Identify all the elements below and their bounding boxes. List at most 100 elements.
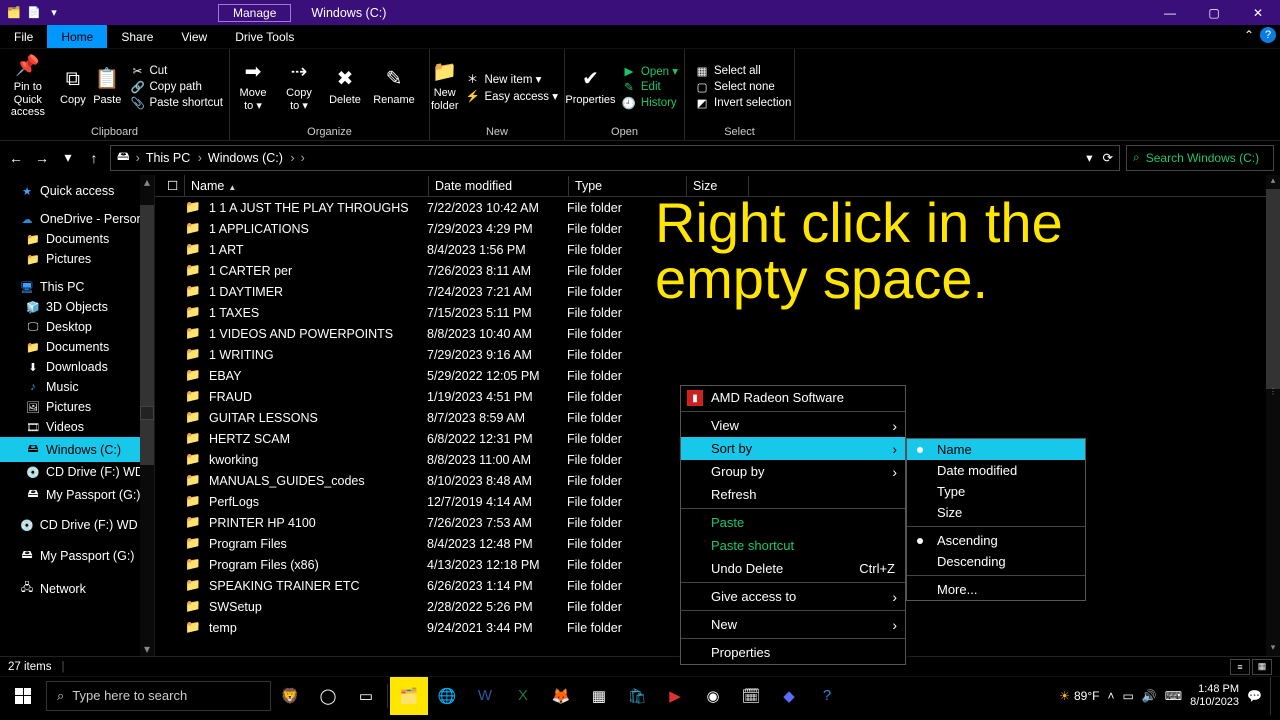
table-row[interactable]: 📁EBAY5/29/2022 12:05 PMFile folder [155,365,1280,386]
taskbar-help[interactable]: ? [808,677,846,715]
contextual-tab-manage[interactable]: Manage [218,4,291,22]
qat-dropdown-icon[interactable]: ▾ [46,5,62,21]
sidebar-item-cd-drive-f-2[interactable]: 💿CD Drive (F:) WD U [0,515,154,535]
history-button[interactable]: 🕘History [622,96,678,110]
forward-button[interactable]: → [32,150,52,166]
sidebar-item-onedrive-documents[interactable]: 📁Documents [0,229,154,249]
taskbar-timeline-button[interactable]: ▭ [347,677,385,715]
new-item-button[interactable]: ＊New item ▾ [465,71,558,87]
taskbar-calculator[interactable]: ▦ [580,677,618,715]
sidebar-item-this-pc[interactable]: 🖥This PC [0,277,154,297]
open-button[interactable]: ▶Open ▾ [622,64,678,78]
start-button[interactable] [0,677,46,715]
file-list-scrollbar[interactable]: ▴ ⋮ ▾ [1266,175,1280,656]
column-name[interactable]: Name▲ [185,176,429,196]
taskbar-firefox[interactable]: 🦊 [542,677,580,715]
sub-sort-ascending[interactable]: Ascending [907,530,1085,551]
address-bar[interactable]: 🖴 › This PC Windows (C:) › ▾ ⟳ [110,145,1120,171]
rename-button[interactable]: ✎Rename [368,52,420,122]
ctx-paste[interactable]: Paste [681,511,905,534]
tab-home[interactable]: Home [47,25,107,48]
file-scroll-thumb[interactable] [1266,189,1280,389]
move-to-button[interactable]: ➡Move to ▾ [230,52,276,122]
sidebar-item-downloads[interactable]: ⬇Downloads [0,357,154,377]
select-none-button[interactable]: ▢Select none [695,80,791,94]
minimize-button[interactable]: — [1148,0,1192,25]
copy-to-button[interactable]: ⇢Copy to ▾ [276,52,322,122]
address-dropdown-icon[interactable]: ▾ [1086,150,1092,165]
properties-button[interactable]: ✔Properties [565,52,616,122]
invert-selection-button[interactable]: ◩Invert selection [695,96,791,110]
sub-sort-more[interactable]: More... [907,579,1085,600]
taskbar-calendar[interactable]: 🗓 [732,677,770,715]
cut-button[interactable]: ✂Cut [130,64,223,78]
edit-button[interactable]: ✎Edit [622,80,678,94]
paste-button[interactable]: 📋Paste [90,52,124,122]
show-desktop-button[interactable] [1270,677,1276,715]
sidebar-scroll-thumb[interactable] [140,205,154,465]
ribbon-collapse-icon[interactable]: ⌃ [1244,28,1254,42]
taskbar-lion-icon[interactable]: 🦁 [271,677,309,715]
pin-to-quick-access-button[interactable]: 📌Pin to Quick access [0,52,56,122]
maximize-button[interactable]: ▢ [1192,0,1236,25]
sidebar-item-music[interactable]: ♪Music [0,377,154,397]
sidebar-item-desktop[interactable]: 🖵Desktop [0,317,154,337]
table-row[interactable]: 📁1 WRITING7/29/2023 9:16 AMFile folder [155,344,1280,365]
tab-share[interactable]: Share [107,25,167,48]
select-all-button[interactable]: ▦Select all [695,64,791,78]
copy-path-button[interactable]: 🔗Copy path [130,80,223,94]
sub-sort-descending[interactable]: Descending [907,551,1085,572]
close-button[interactable]: ✕ [1236,0,1280,25]
view-details-button[interactable]: ≡ [1230,659,1250,675]
ctx-amd-radeon[interactable]: ▮AMD Radeon Software [681,386,905,409]
taskbar-media[interactable]: ▶ [656,677,694,715]
taskbar-file-explorer[interactable]: 🗂️ [390,677,428,715]
select-all-checkbox[interactable]: ☐ [161,175,185,196]
taskbar-store[interactable]: 🛍 [618,677,656,715]
sidebar-splitter-handle[interactable] [140,406,154,420]
sub-sort-date[interactable]: Date modified [907,460,1085,481]
ctx-refresh[interactable]: Refresh [681,483,905,506]
taskbar-search[interactable]: ⌕Type here to search [46,681,271,711]
search-box[interactable]: ⌕ Search Windows (C:) [1126,145,1274,171]
taskbar-app-blue[interactable]: ◆ [770,677,808,715]
sidebar-item-pictures[interactable]: 🖼Pictures [0,397,154,417]
copy-button[interactable]: ⧉Copy [56,52,90,122]
new-folder-button[interactable]: 📁New folder [430,52,459,122]
sidebar-item-3d-objects[interactable]: 🧊3D Objects [0,297,154,317]
task-view-button[interactable]: ◯ [309,677,347,715]
taskbar-chrome[interactable]: ◉ [694,677,732,715]
taskbar-excel[interactable]: X [504,677,542,715]
easy-access-button[interactable]: ⚡Easy access ▾ [465,89,558,103]
delete-button[interactable]: ✖Delete [322,52,368,122]
tray-volume-icon[interactable]: 🔊 [1142,689,1157,703]
sub-sort-type[interactable]: Type [907,481,1085,502]
sidebar-item-my-passport-g-2[interactable]: 🖴My Passport (G:) [0,543,154,568]
tray-weather[interactable]: ☀89°F [1059,689,1099,703]
column-date-modified[interactable]: Date modified [429,176,569,196]
sub-sort-size[interactable]: Size [907,502,1085,523]
table-row[interactable]: 📁1 VIDEOS AND POWERPOINTS8/8/2023 10:40 … [155,323,1280,344]
sidebar-item-onedrive-pictures[interactable]: 📁Pictures [0,249,154,269]
tray-clock[interactable]: 1:48 PM8/10/2023 [1190,683,1239,707]
paste-shortcut-button[interactable]: 📎Paste shortcut [130,96,223,110]
sidebar-item-network[interactable]: 🖧Network [0,576,154,601]
tab-drive-tools[interactable]: Drive Tools [221,25,308,48]
taskbar-edge[interactable]: 🌐 [428,677,466,715]
recent-locations-button[interactable]: ▾ [58,149,78,166]
ctx-paste-shortcut[interactable]: Paste shortcut [681,534,905,557]
taskbar-word[interactable]: W [466,677,504,715]
view-thumbnails-button[interactable]: ▦ [1252,659,1272,675]
help-icon[interactable]: ? [1260,27,1276,43]
ctx-sort-by[interactable]: Sort by [681,437,905,460]
ctx-view[interactable]: View [681,414,905,437]
breadcrumb-windows-c[interactable]: Windows (C:) [208,151,295,165]
back-button[interactable]: ← [6,150,26,166]
ctx-new[interactable]: New [681,613,905,636]
ctx-group-by[interactable]: Group by [681,460,905,483]
tab-file[interactable]: File [0,25,47,48]
ctx-undo-delete[interactable]: Undo DeleteCtrl+Z [681,557,905,580]
breadcrumb-this-pc[interactable]: This PC [146,151,202,165]
tab-view[interactable]: View [167,25,221,48]
properties-qat-icon[interactable]: 📄 [26,5,42,21]
